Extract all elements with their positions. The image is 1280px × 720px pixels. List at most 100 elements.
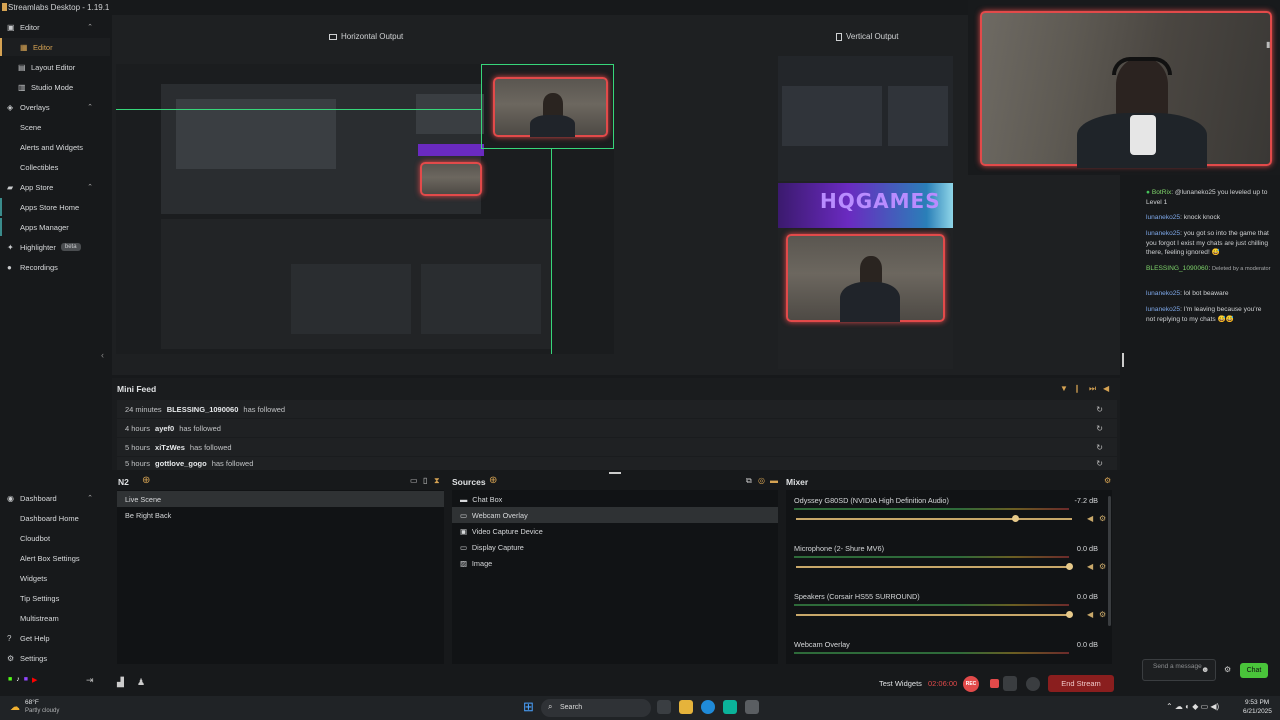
volume-slider[interactable] <box>796 563 1073 570</box>
sidebar-item-settings[interactable]: ⚙ Settings <box>0 649 110 667</box>
streamlabs-taskbar-icon[interactable] <box>723 700 737 714</box>
replay-icon[interactable]: ↻ <box>1096 443 1103 452</box>
skip-icon[interactable]: ⏭ <box>1089 384 1096 394</box>
sidebar-item-apps-store-home[interactable]: Apps Store Home <box>0 198 110 216</box>
source-item[interactable]: ▭ Display Capture <box>452 539 778 555</box>
scene-item[interactable]: Be Right Back <box>117 507 444 523</box>
tray-icons[interactable]: ⌃ ☁ ◐ ◆ ▭ ◀) <box>1166 702 1219 711</box>
screenshot-icon[interactable] <box>1026 677 1040 691</box>
add-scene-icon[interactable]: ⊕ <box>142 475 150 486</box>
phone-icon[interactable]: ▯ <box>423 476 427 485</box>
sidebar-item-scene[interactable]: Scene <box>0 118 110 136</box>
gear-icon[interactable]: ⚙ <box>1099 610 1106 619</box>
volume-knob[interactable] <box>1066 611 1073 618</box>
stop-record-icon[interactable] <box>990 679 999 688</box>
chat-settings-icon[interactable]: ⚙ <box>1224 665 1231 674</box>
source-item[interactable]: ▭ Webcam Overlay <box>452 507 778 523</box>
sidebar-item-apps-manager[interactable]: Apps Manager <box>0 218 110 236</box>
selection-box[interactable] <box>481 64 614 149</box>
chat-message: lunaneko25: knock knock <box>1146 214 1221 221</box>
speaker-icon[interactable]: ◀ <box>1087 514 1093 523</box>
replay-icon[interactable]: ↻ <box>1096 405 1103 414</box>
gear-icon[interactable]: ⚙ <box>1099 514 1106 523</box>
sidebar-item-get-help[interactable]: ? Get Help <box>0 629 110 647</box>
vertical-preview[interactable]: HQGAMES <box>778 56 953 369</box>
monitor-icon[interactable]: ▭ <box>410 476 418 485</box>
highlighter-icon: ✦ <box>7 242 14 252</box>
sidebar-item-cloudbot[interactable]: Cloudbot <box>0 529 110 547</box>
twitch-icon[interactable]: ■ <box>24 676 28 684</box>
volume-slider[interactable] <box>796 515 1072 522</box>
sidebar-item-app-store[interactable]: ▰ App Store ⌃ <box>0 178 110 196</box>
sidebar-item-layout-editor[interactable]: ▤ Layout Editor <box>0 58 110 76</box>
transition-icon[interactable]: ⧗ <box>434 476 440 486</box>
sidebar-item-highlighter[interactable]: ✦ Highlighter beta <box>0 238 110 256</box>
chevron-up-icon[interactable]: ⌃ <box>87 494 93 502</box>
youtube-icon[interactable]: ▶ <box>32 676 37 684</box>
source-item[interactable]: ▣ Video Capture Device <box>452 523 778 539</box>
mixer-item: Odyssey G80SD (NVIDIA High Definition Au… <box>794 496 1107 523</box>
sidebar-item-collectibles[interactable]: Collectibles <box>0 158 110 176</box>
replay-buffer-icon[interactable] <box>1003 676 1017 691</box>
replay-icon[interactable]: ↻ <box>1096 424 1103 433</box>
notification-icon[interactable]: ♟ <box>137 677 145 688</box>
tiktok-icon[interactable]: ♪ <box>16 676 20 684</box>
replay-icon[interactable]: ↻ <box>1096 459 1103 468</box>
task-view-icon[interactable] <box>657 700 671 714</box>
taskbar-search[interactable]: ⌕ Search <box>541 699 651 717</box>
sidebar-item-dashboard-home[interactable]: Dashboard Home <box>0 509 110 527</box>
sidebar-item-dashboard[interactable]: ◉ Dashboard ⌃ <box>0 489 110 507</box>
windows-start-icon[interactable]: ⊞ <box>523 700 534 714</box>
chevron-left-icon[interactable]: ‹ <box>101 350 104 360</box>
file-explorer-icon[interactable] <box>679 700 693 714</box>
volume-knob[interactable] <box>1012 515 1019 522</box>
sidebar-item-overlays[interactable]: ◈ Overlays ⌃ <box>0 98 110 116</box>
scene-item[interactable]: Live Scene <box>117 491 444 507</box>
chevron-up-icon[interactable]: ⌃ <box>87 183 93 191</box>
sidebar-item-studio-mode[interactable]: ▥ Studio Mode <box>0 78 110 96</box>
end-stream-button[interactable]: End Stream <box>1048 675 1114 692</box>
add-source-icon[interactable]: ⊕ <box>489 475 497 486</box>
group-icon[interactable]: ⧉ <box>746 476 752 486</box>
chevron-up-icon[interactable]: ⌃ <box>87 103 93 111</box>
volume-icon[interactable]: ◀ <box>1103 384 1109 393</box>
mixer-scrollbar[interactable] <box>1108 496 1111 626</box>
speaker-icon[interactable]: ◀ <box>1087 562 1093 571</box>
record-button[interactable]: REC <box>963 676 979 692</box>
performance-icon[interactable]: ▟ <box>117 677 124 688</box>
sidebar-item-multistream[interactable]: Multistream <box>0 609 110 627</box>
feed-row: 24 minutes BLESSING_1090060 has followed ↻ <box>117 400 1117 418</box>
filter-icon[interactable]: ▼ <box>1060 384 1068 393</box>
sidebar-item-editor[interactable]: ▣ Editor ⌃ <box>0 18 110 36</box>
gear-icon[interactable]: ⚙ <box>1099 562 1106 571</box>
app-taskbar-icon[interactable] <box>745 700 759 714</box>
volume-knob[interactable] <box>1066 563 1073 570</box>
emoji-icon[interactable]: ☻ <box>1201 665 1209 674</box>
mixer-settings-icon[interactable]: ⚙ <box>1104 476 1111 485</box>
sidebar-item-alert-box-settings[interactable]: Alert Box Settings <box>0 549 110 567</box>
splitter-handle[interactable] <box>1122 353 1124 367</box>
folder-icon[interactable]: ▬ <box>770 476 778 485</box>
sidebar-item-alerts-widgets[interactable]: Alerts and Widgets <box>0 138 110 156</box>
gear-icon: ⚙ <box>7 653 15 663</box>
sidebar-item-scene-editor[interactable]: ▦ Editor <box>0 38 110 56</box>
eye-icon[interactable]: ◎ <box>758 476 765 485</box>
collapse-sidebar-icon[interactable]: ⇥ <box>86 675 94 686</box>
chevron-up-icon[interactable]: ⌃ <box>87 23 93 31</box>
sidebar-item-tip-settings[interactable]: Tip Settings <box>0 589 110 607</box>
test-widgets-button[interactable]: Test Widgets <box>879 679 922 688</box>
source-item[interactable]: ▨ Image <box>452 555 778 571</box>
chat-send-button[interactable]: Chat <box>1240 663 1268 678</box>
volume-slider[interactable] <box>796 611 1073 618</box>
recordings-icon: ● <box>7 262 12 272</box>
scene-collection-name[interactable]: N2 <box>118 477 129 487</box>
source-item[interactable]: ▬ Chat Box <box>452 491 778 507</box>
speaker-icon[interactable]: ◀ <box>1087 610 1093 619</box>
sidebar-item-recordings[interactable]: ● Recordings <box>0 258 110 276</box>
edge-icon[interactable] <box>701 700 715 714</box>
chat-collapse-icon[interactable]: ▮ <box>1266 40 1270 49</box>
pause-icon[interactable]: ∥ <box>1075 384 1079 393</box>
kick-icon[interactable]: ■ <box>8 676 12 684</box>
sidebar-item-widgets[interactable]: Widgets <box>0 569 110 587</box>
horizontal-preview[interactable] <box>116 64 614 354</box>
